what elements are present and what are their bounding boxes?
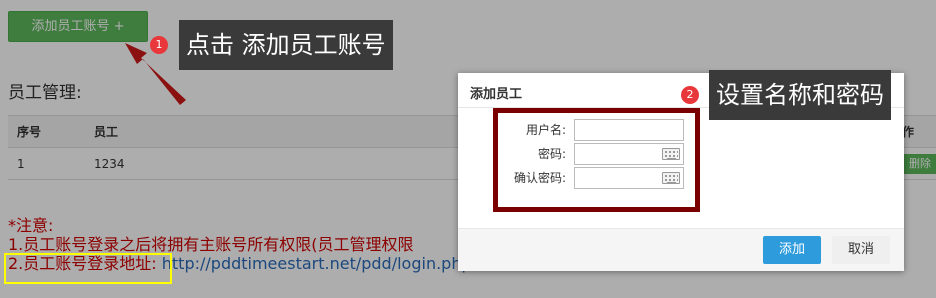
step-1-badge: 1 xyxy=(150,36,168,54)
arrow-icon xyxy=(125,43,186,105)
step-2-callout: 设置名称和密码 xyxy=(709,70,891,120)
step-1-callout: 点击 添加员工账号 xyxy=(179,20,393,70)
step-2-badge: 2 xyxy=(681,86,699,104)
